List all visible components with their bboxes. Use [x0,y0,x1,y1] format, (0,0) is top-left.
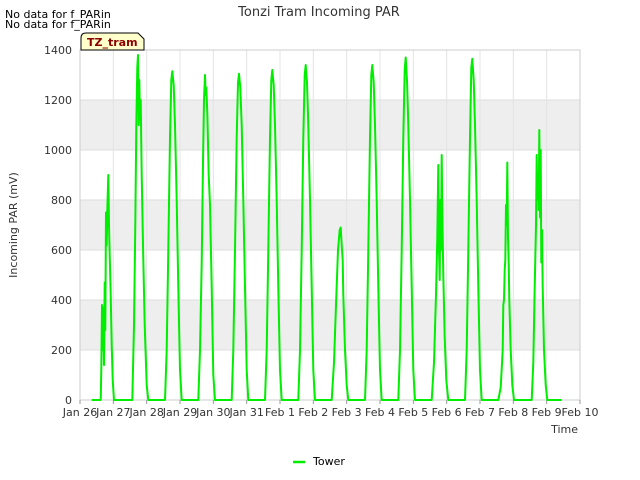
y-tick-label: 200 [51,344,72,357]
background-band [80,100,580,150]
y-axis-tick-labels: 0200400600800100012001400 [44,44,72,407]
chart-title: Tonzi Tram Incoming PAR [237,5,400,20]
x-tick-label: Feb 8 [498,406,528,419]
x-tick-label: Feb 2 [298,406,328,419]
x-tick-label: Jan 27 [95,406,130,419]
y-tick-label: 1000 [44,144,72,157]
background-band [80,300,580,350]
y-tick-label: 1200 [44,94,72,107]
x-tick-label: Feb 9 [532,406,562,419]
x-tick-label: Feb 6 [432,406,462,419]
x-tick-label: Jan 31 [228,406,263,419]
y-tick-label: 800 [51,194,72,207]
x-tick-label: Jan 30 [195,406,230,419]
x-tick-label: Feb 7 [465,406,495,419]
x-tick-label: Feb 5 [398,406,428,419]
x-tick-label: Feb 4 [365,406,395,419]
legend-label-tower: Tower [312,455,345,468]
x-tick-label: Feb 1 [265,406,295,419]
x-axis-tick-labels: Jan 26Jan 27Jan 28Jan 29Jan 30Jan 31 Feb … [62,406,599,419]
y-tick-label: 600 [51,244,72,257]
legend: Tower [293,455,345,468]
y-tick-label: 1400 [44,44,72,57]
line-chart: Tonzi Tram Incoming PAR 0200400600800100… [7,5,599,468]
x-tick-label: Jan 29 [162,406,197,419]
x-tick-label: Feb 3 [332,406,362,419]
x-tick-label: Jan 28 [128,406,163,419]
y-tick-label: 400 [51,294,72,307]
x-tick-label: Jan 26 [62,406,97,419]
site-badge-label: TZ_tram [87,36,138,49]
y-axis-label: Incoming PAR (mV) [7,172,20,278]
x-tick-label: Feb 10 [562,406,599,419]
site-badge: TZ_tram [80,32,145,51]
x-axis-label: Time [550,423,578,436]
